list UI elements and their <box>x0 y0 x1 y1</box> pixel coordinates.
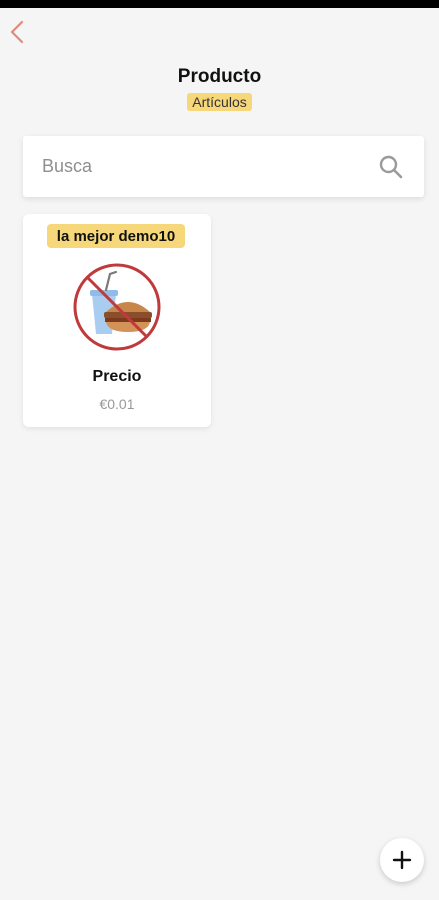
chevron-left-icon <box>10 20 24 44</box>
plus-icon <box>392 850 412 870</box>
status-bar <box>0 0 439 8</box>
back-button[interactable] <box>4 16 30 48</box>
page-title: Producto <box>177 66 262 87</box>
page-header: Producto Artículos <box>0 64 439 112</box>
product-badge: la mejor demo10 <box>47 224 185 248</box>
search-input[interactable] <box>23 136 376 197</box>
no-food-drink-icon <box>73 263 161 351</box>
add-product-button[interactable] <box>380 838 424 882</box>
search-bar <box>23 136 424 197</box>
subtitle-badge: Artículos <box>187 93 252 111</box>
product-card[interactable]: la mejor demo10 Precio €0.01 <box>23 214 211 427</box>
search-icon[interactable] <box>376 152 406 182</box>
product-price: €0.01 <box>99 396 135 412</box>
product-name: Precio <box>92 368 142 385</box>
